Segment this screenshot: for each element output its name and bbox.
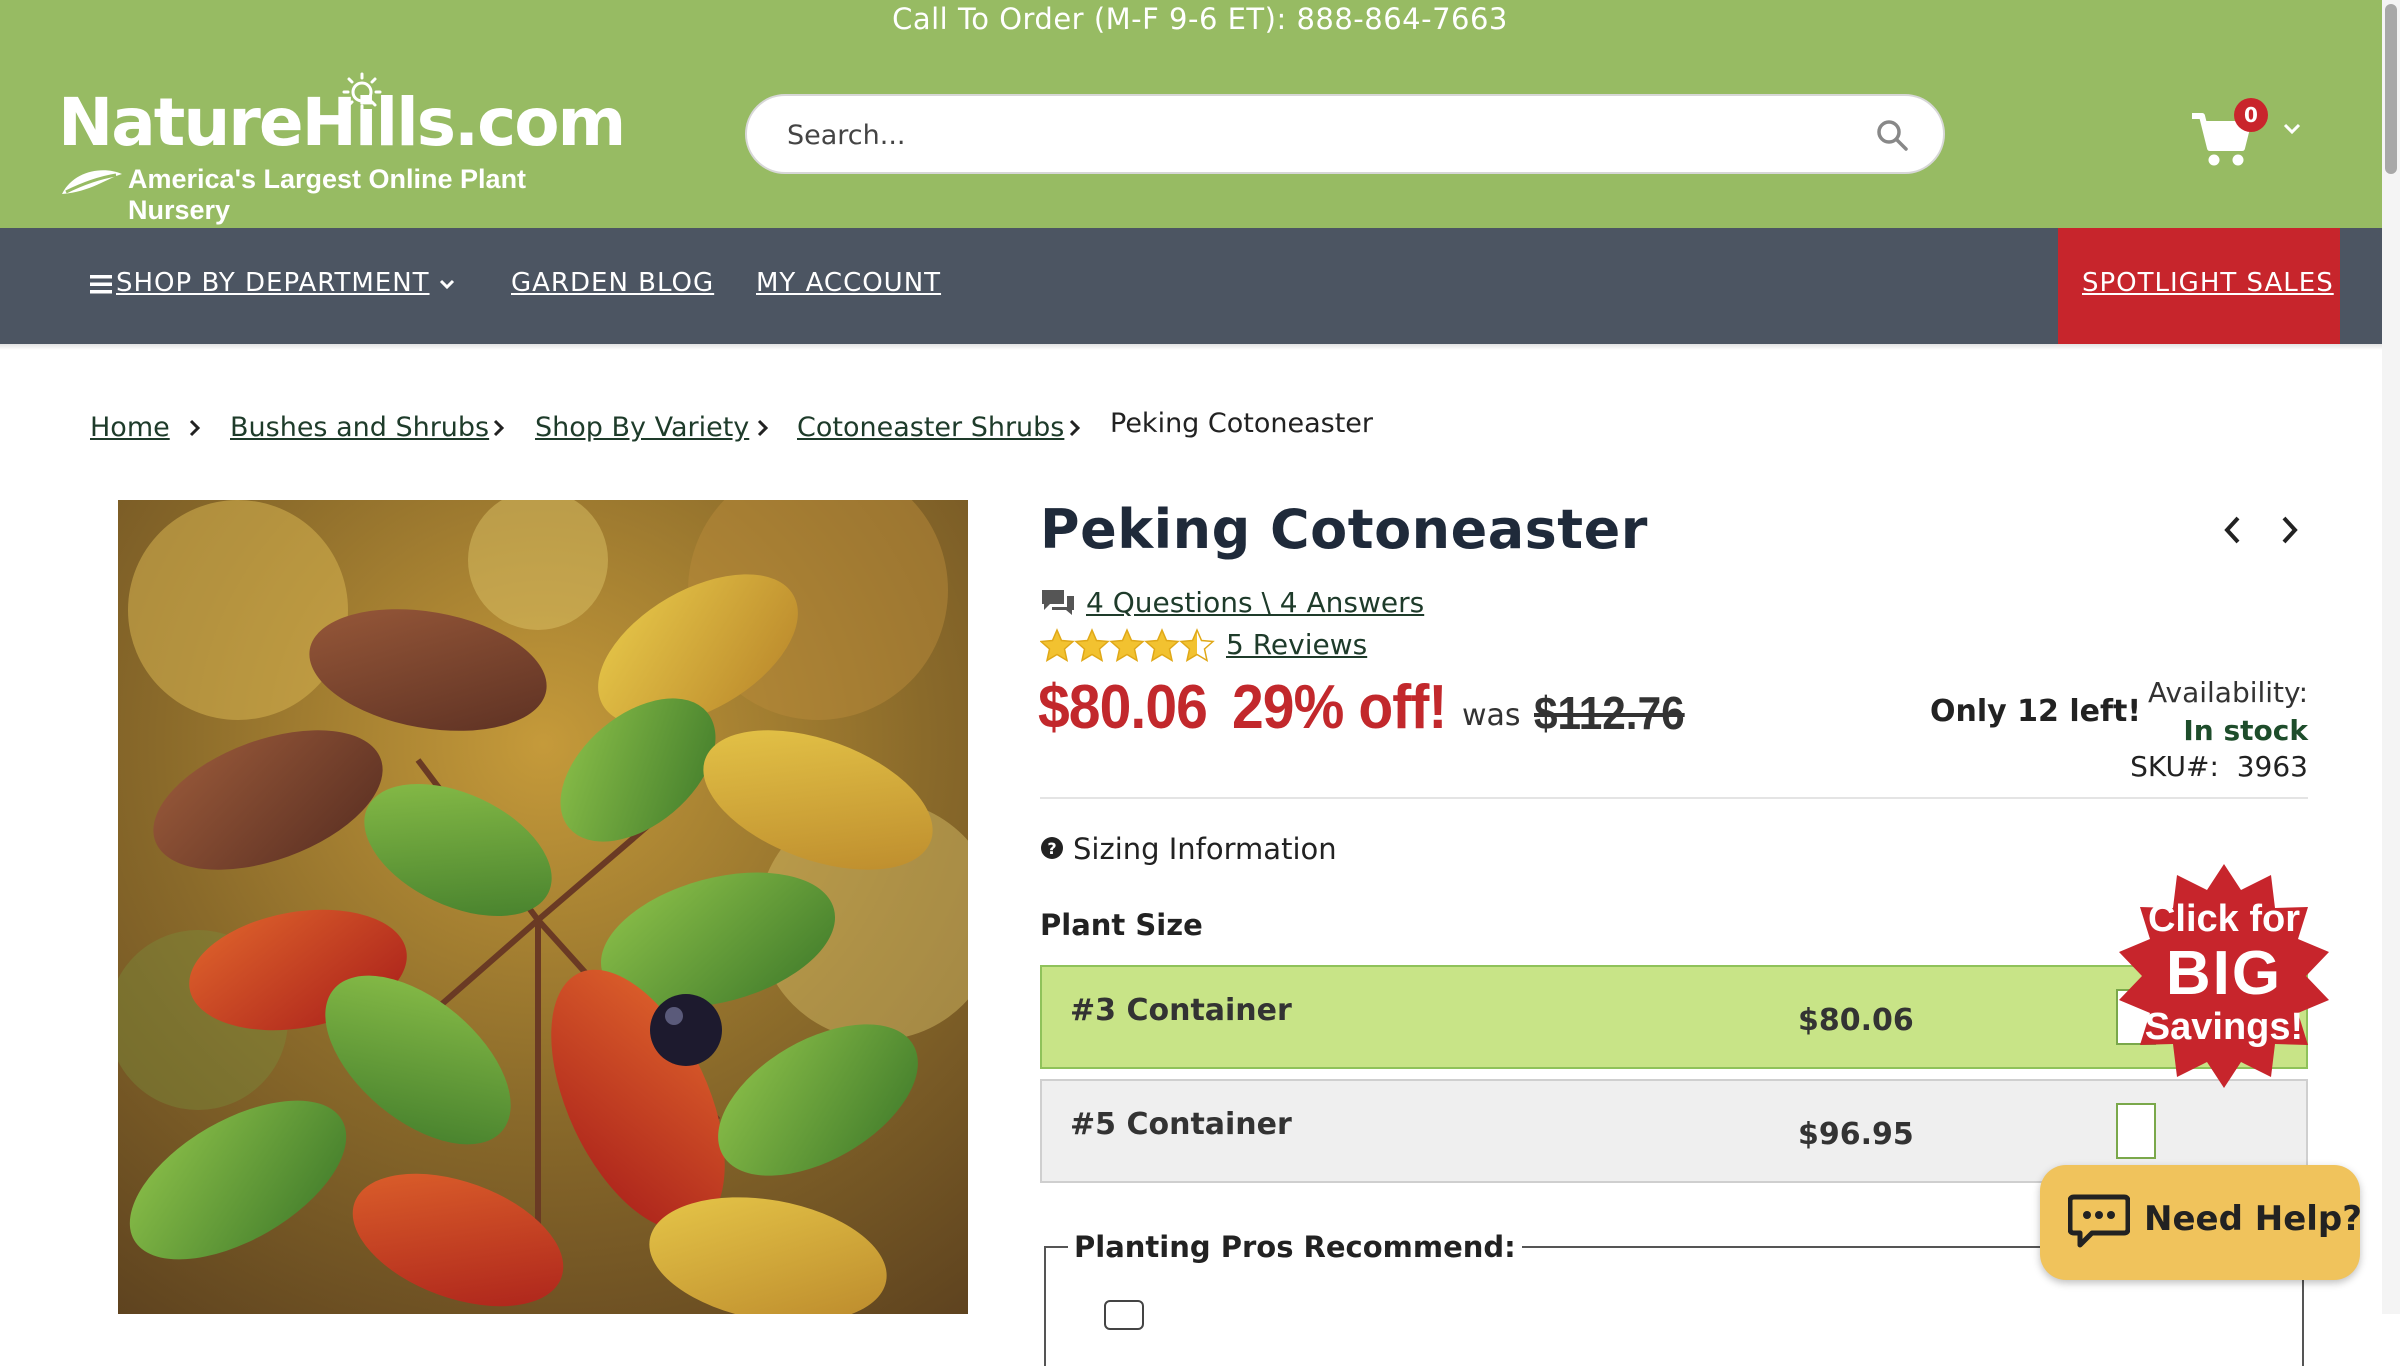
chevron-right-icon	[757, 419, 769, 437]
search-input[interactable]	[785, 110, 1825, 160]
nav-shop-by-department[interactable]: SHOP BY DEPARTMENT	[116, 268, 430, 298]
scrollbar-thumb[interactable]	[2385, 4, 2397, 174]
logo-text: NatureHills.com	[58, 84, 626, 161]
option-price: $96.95	[1798, 1117, 1914, 1152]
was-label: was	[1462, 698, 1521, 733]
need-help-button[interactable]: Need Help?	[2040, 1165, 2362, 1280]
site-header: Call To Order (M-F 9-6 ET): 888-864-7663…	[0, 0, 2400, 228]
option-price: $80.06	[1798, 1003, 1914, 1038]
need-help-label: Need Help?	[2144, 1199, 2362, 1239]
breadcrumb-shop-by-variety[interactable]: Shop By Variety	[535, 412, 749, 443]
leaf-logo-icon	[62, 170, 122, 194]
chevron-right-icon	[493, 419, 505, 437]
chevron-down-icon[interactable]	[438, 278, 456, 292]
sale-price: $80.06	[1038, 673, 1208, 742]
availability-value: In stock	[2183, 714, 2308, 747]
divider	[1040, 797, 2308, 799]
cotoneaster-photo	[118, 500, 968, 1314]
big-savings-badge[interactable]: Click for BIG Savings!	[2104, 860, 2344, 1100]
cart-count-badge: 0	[2234, 98, 2268, 132]
plant-size-label: Plant Size	[1040, 908, 1203, 942]
discount-badge: 29% off!	[1232, 673, 1447, 742]
questions-answers-link[interactable]: 4 Questions \ 4 Answers	[1086, 586, 1424, 619]
sku-value: 3963	[2236, 750, 2308, 783]
chat-bubble-icon	[2068, 1194, 2130, 1248]
page-scrollbar[interactable]	[2382, 0, 2400, 1314]
nav-shadow	[0, 344, 2400, 350]
search-bar	[745, 94, 1945, 174]
svg-text:?: ?	[1047, 839, 1056, 858]
promo-line-2: BIG	[2165, 939, 2283, 1008]
breadcrumb-cotoneaster-shrubs[interactable]: Cotoneaster Shrubs	[797, 412, 1064, 443]
chevron-right-icon	[1069, 419, 1081, 437]
availability-label: Availability:	[2147, 676, 2308, 709]
sizing-information-link[interactable]: Sizing Information	[1073, 832, 1337, 866]
logo-tagline: America's Largest Online Plant Nursery	[128, 164, 527, 225]
main-navigation: SHOP BY DEPARTMENT GARDEN BLOG MY ACCOUN…	[0, 228, 2400, 344]
search-icon[interactable]	[1875, 118, 1909, 152]
hamburger-menu-icon[interactable]	[90, 274, 112, 294]
nav-my-account[interactable]: MY ACCOUNT	[756, 268, 941, 298]
promo-line-1: Click for	[2147, 898, 2301, 940]
planting-pros-checkbox[interactable]	[1104, 1300, 1144, 1330]
breadcrumb-home[interactable]: Home	[90, 412, 170, 443]
spotlight-sales-label: SPOTLIGHT SALES	[2082, 268, 2334, 298]
site-logo[interactable]: NatureHills.com America's Largest Online…	[58, 72, 628, 225]
call-to-order-text[interactable]: Call To Order (M-F 9-6 ET): 888-864-7663	[0, 2, 2400, 36]
option-name: #5 Container	[1070, 1107, 1292, 1142]
sku-label: SKU#:	[2130, 750, 2219, 783]
original-price: $112.76	[1534, 687, 1685, 739]
chevron-right-icon[interactable]	[2278, 514, 2300, 546]
cart-button[interactable]: 0	[2190, 98, 2302, 168]
product-image[interactable]	[118, 500, 968, 1314]
breadcrumb-current: Peking Cotoneaster	[1110, 408, 1374, 439]
stock-remaining: Only 12 left!	[1930, 694, 2142, 729]
chevron-right-icon	[189, 419, 201, 437]
star-rating-icon[interactable]	[1040, 628, 1220, 664]
option-checkbox[interactable]	[2116, 1103, 2156, 1159]
nav-garden-blog[interactable]: GARDEN BLOG	[511, 268, 714, 298]
planting-pros-heading: Planting Pros Recommend:	[1068, 1230, 1522, 1264]
question-circle-icon[interactable]: ?	[1040, 836, 1064, 860]
promo-line-3: Savings!	[2144, 1006, 2304, 1048]
comments-icon	[1042, 590, 1074, 615]
product-title: Peking Cotoneaster	[1040, 498, 1648, 561]
nav-spotlight-sales[interactable]: SPOTLIGHT SALES	[2058, 228, 2340, 344]
chevron-down-icon[interactable]	[2282, 122, 2302, 136]
reviews-link[interactable]: 5 Reviews	[1226, 628, 1367, 661]
sku: SKU#: 3963	[2112, 750, 2308, 783]
availability: Availability: In stock	[2112, 674, 2308, 750]
chevron-left-icon[interactable]	[2222, 514, 2244, 546]
option-name: #3 Container	[1070, 993, 1292, 1028]
breadcrumb-bushes-and-shrubs[interactable]: Bushes and Shrubs	[230, 412, 489, 443]
